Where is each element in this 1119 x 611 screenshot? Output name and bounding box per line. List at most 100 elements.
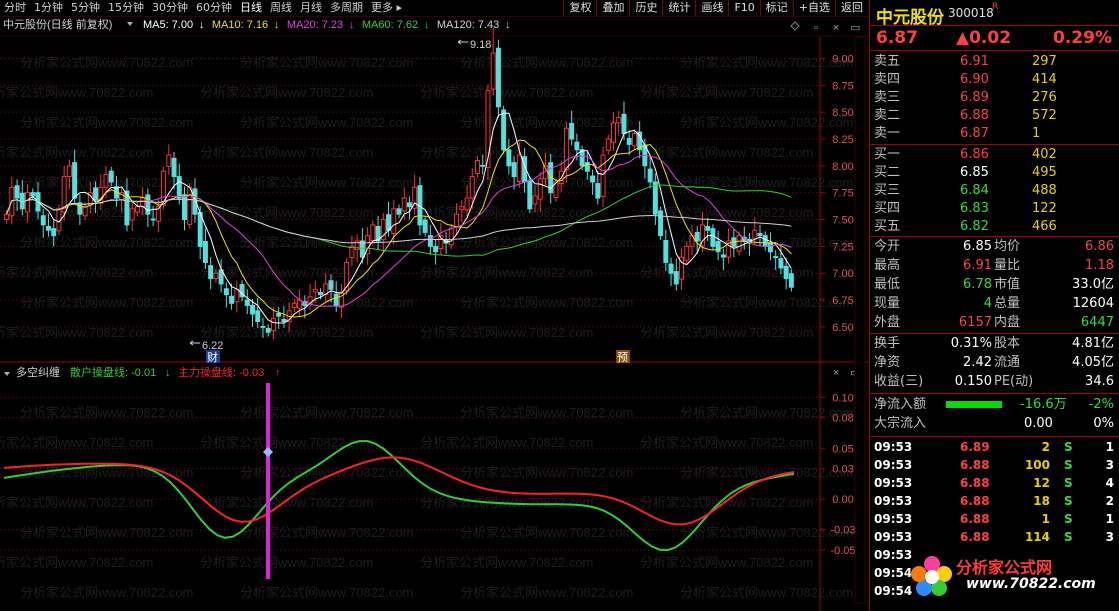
tick-time: 09:53 xyxy=(874,512,913,526)
period-tab-2[interactable]: 5分钟 xyxy=(67,0,104,16)
toolbar-button-7[interactable]: +自选 xyxy=(792,0,835,16)
toolbar-button-0[interactable]: 复权 xyxy=(563,0,596,16)
zoom-in-icon[interactable]: ▫ xyxy=(814,22,818,34)
ask-row[interactable]: 卖三 6.89 276 xyxy=(874,89,1114,107)
ask-row[interactable]: 卖四 6.90 414 xyxy=(874,71,1114,89)
toolbar-button-3[interactable]: 统计 xyxy=(662,0,695,16)
stat-value: 2.42 xyxy=(963,355,992,370)
price-tick-label: 8.75 xyxy=(832,80,853,92)
bid-volume: 402 xyxy=(1032,147,1057,162)
ask-price: 6.88 xyxy=(960,108,989,123)
stat-row: 最低 6.78 市值 33.0亿 xyxy=(874,276,1114,294)
chart-title-dropdown-icon[interactable] xyxy=(127,22,133,26)
toolbar-button-5[interactable]: F10 xyxy=(728,0,759,16)
tick-volume: 1 xyxy=(1041,512,1050,526)
ask-label: 卖四 xyxy=(874,72,901,87)
toolbar-button-2[interactable]: 历史 xyxy=(629,0,662,16)
indicator-tick-label: 0.10 xyxy=(832,392,853,404)
tick-count: 1 xyxy=(1105,440,1114,454)
ask-row[interactable]: 卖二 6.88 572 xyxy=(874,107,1114,125)
watermark-text: 分析家公式网www.70822.com xyxy=(680,585,853,600)
svg-text:×: × xyxy=(833,367,839,379)
stat-value: 0.150 xyxy=(954,374,992,389)
bid-price: 6.84 xyxy=(960,183,989,198)
forecast-marker-text: 预 xyxy=(617,351,628,364)
toolbar-button-8[interactable]: 返回 xyxy=(835,0,868,16)
period-tabs: 分时 1分钟 5分钟 15分钟 30分钟 60分钟 日线 周线 月线 多周期 更多 ▸ xyxy=(0,0,563,16)
tick-side: S xyxy=(1064,440,1073,454)
bid-row[interactable]: 买四 6.83 122 xyxy=(874,200,1114,218)
watermark-text: 分析家公式网www.70822.com xyxy=(240,55,413,70)
toolbar-button-6[interactable]: 标记 xyxy=(759,0,793,16)
period-tab-5[interactable]: 60分钟 xyxy=(192,0,236,16)
period-tab-6[interactable]: 日线 xyxy=(236,0,266,16)
close-icon[interactable]: × xyxy=(833,22,839,34)
price-tick-label: 7.25 xyxy=(832,241,853,253)
tick-price: 6.88 xyxy=(960,512,990,526)
bid-row[interactable]: 买一 6.86 402 xyxy=(874,146,1114,164)
watermark-text: 分析家公式网www.70822.com xyxy=(0,145,153,160)
toolbar-button-4[interactable]: 画线 xyxy=(695,0,728,16)
watermark-text: 分析家公式网www.70822.com xyxy=(20,295,193,310)
bid-row[interactable]: 买三 6.84 488 xyxy=(874,182,1114,200)
tick-row[interactable]: 09:53 6.88 18 S 2 xyxy=(874,492,1114,510)
period-tab-4[interactable]: 30分钟 xyxy=(148,0,192,16)
watermark-text: 分析家公式网www.70822.com xyxy=(420,265,593,280)
ask-label: 卖三 xyxy=(874,90,901,105)
svg-text:▫: ▫ xyxy=(814,22,818,34)
period-tab-3[interactable]: 15分钟 xyxy=(104,0,148,16)
period-tab-1[interactable]: 1分钟 xyxy=(30,0,67,16)
tick-row[interactable]: 09:53 6.89 2 S 1 xyxy=(874,438,1114,456)
tick-row[interactable]: 09:53 6.88 1 S 1 xyxy=(874,510,1114,528)
chart-area[interactable]: 分析家公式网www.70822.com 分析家公式网www.70822.com 分析… xyxy=(0,17,868,611)
price-tick-label: 6.50 xyxy=(832,322,853,334)
vertical-scrollbar[interactable] xyxy=(854,36,866,604)
tick-side: S xyxy=(1064,458,1073,472)
tick-volume: 114 xyxy=(1024,530,1050,544)
period-tab-0[interactable]: 分时 xyxy=(0,0,30,16)
watermark-text: 分析家公式网www.70822.com xyxy=(0,555,153,570)
zoom-out-icon[interactable]: ▭ xyxy=(850,22,860,34)
indicator-close-icon[interactable]: × xyxy=(833,367,839,379)
toolbar-button-1[interactable]: 叠加 xyxy=(596,0,629,16)
period-tab-9[interactable]: 多周期 xyxy=(326,0,367,16)
indicator-menu-icon[interactable] xyxy=(4,372,10,376)
period-tab-7[interactable]: 周线 xyxy=(266,0,296,16)
watermark-text: 分析家公式网www.70822.com xyxy=(640,555,813,570)
watermark-text: 分析家公式网www.70822.com xyxy=(460,55,633,70)
tick-row[interactable]: 09:53 6.88 100 S 3 xyxy=(874,456,1114,474)
tick-count: 3 xyxy=(1105,458,1114,472)
logo-url: www.70822.com xyxy=(966,576,1096,592)
watermark-text: 分析家公式网www.70822.com xyxy=(640,85,813,100)
current-price: 6.87 xyxy=(876,28,918,48)
tick-side: S xyxy=(1064,530,1073,544)
period-tab-10[interactable]: 更多 ▸ xyxy=(367,0,406,16)
low-arrow-icon xyxy=(189,340,200,346)
diamond-icon[interactable] xyxy=(790,21,800,31)
bid-row[interactable]: 买五 6.82 466 xyxy=(874,218,1114,236)
price-tick-label: 6.75 xyxy=(832,295,853,307)
bid-label: 买四 xyxy=(874,201,901,216)
ask-label: 卖二 xyxy=(874,108,901,123)
ma-legend: MA5: 7.00 ↓ MA10: 7.16 ↓ MA20: 7.23 ↓ MA60: 7.… xyxy=(143,19,511,31)
stat-value: 6157 xyxy=(958,315,992,330)
bid-label: 买三 xyxy=(874,183,901,198)
ask-row[interactable]: 卖五 6.91 297 xyxy=(874,53,1114,71)
tick-row[interactable]: 09:53 6.88 12 S 4 xyxy=(874,474,1114,492)
watermark-text: 分析家公式网www.70822.com xyxy=(0,325,153,340)
tick-volume: 100 xyxy=(1024,458,1050,472)
flower-logo-icon xyxy=(911,556,952,596)
price-change-pct: 0.29% xyxy=(1053,28,1112,48)
price-change: ▲0.02 xyxy=(956,28,1012,48)
tick-time: 09:53 xyxy=(874,476,913,490)
ask-row[interactable]: 卖一 6.87 1 xyxy=(874,125,1114,143)
watermark-text: 分析家公式网www.70822.com xyxy=(420,205,593,220)
net-inflow-label: 净流入额 xyxy=(874,397,927,412)
ask-volume: 414 xyxy=(1032,72,1057,87)
bid-row[interactable]: 买二 6.85 495 xyxy=(874,164,1114,182)
watermark-text: 分析家公式网www.70822.com xyxy=(240,585,413,600)
tick-row[interactable]: 09:53 6.88 114 S 3 xyxy=(874,528,1114,546)
watermark-text: 分析家公式网www.70822.com xyxy=(640,325,813,340)
period-tab-8[interactable]: 月线 xyxy=(296,0,326,16)
stat-value: 6.85 xyxy=(963,239,992,254)
